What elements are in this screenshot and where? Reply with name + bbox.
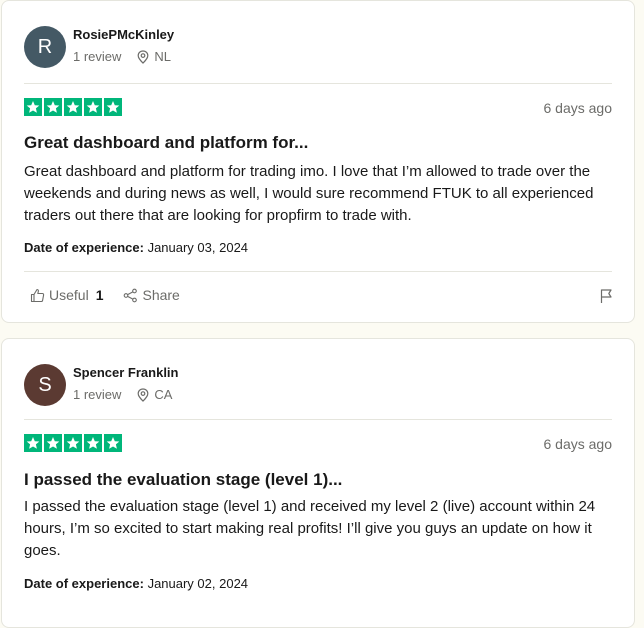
review-body: I passed the evaluation stage (level 1) … <box>24 498 596 559</box>
star-icon <box>104 98 122 116</box>
experience-date: January 02, 2024 <box>147 576 249 591</box>
star-icon <box>44 434 62 452</box>
review-card: R RosiePMcKinley 1 review NL 6 days ago … <box>1 0 635 323</box>
useful-label: Useful <box>49 287 89 303</box>
divider <box>24 271 612 272</box>
review-title[interactable]: I passed the evaluation stage (level 1).… <box>24 470 342 490</box>
review-body: Great dashboard and platform for trading… <box>24 163 594 224</box>
experience-label: Date of experience: <box>24 240 144 255</box>
date-of-experience: Date of experience: January 03, 2024 <box>24 240 248 255</box>
star-icon <box>44 98 62 116</box>
divider <box>24 419 612 420</box>
star-icon <box>84 98 102 116</box>
reviewer-country: CA <box>154 387 173 402</box>
star-icon <box>24 434 42 452</box>
date-of-experience: Date of experience: January 02, 2024 <box>24 576 248 591</box>
reviewer-country: NL <box>154 49 172 64</box>
reviewer-meta: 1 review CA <box>73 387 172 402</box>
star-icon <box>24 98 42 116</box>
avatar[interactable]: R <box>24 26 66 68</box>
reviewer-meta: 1 review NL <box>73 49 171 64</box>
star-rating <box>24 434 122 452</box>
thumbs-up-icon <box>30 288 45 303</box>
divider <box>24 83 612 84</box>
location-pin-icon <box>137 387 149 402</box>
reviewer-name[interactable]: RosiePMcKinley <box>73 27 174 42</box>
star-icon <box>64 98 82 116</box>
star-rating <box>24 98 122 116</box>
share-button[interactable]: Share <box>123 287 180 303</box>
review-count: 1 review <box>73 387 122 402</box>
reviewer-name[interactable]: Spencer Franklin <box>73 365 178 380</box>
review-card: S Spencer Franklin 1 review CA 6 days ag… <box>1 338 635 628</box>
share-icon <box>123 288 138 303</box>
useful-count: 1 <box>95 287 104 303</box>
share-label: Share <box>142 287 180 303</box>
avatar[interactable]: S <box>24 364 66 406</box>
review-title[interactable]: Great dashboard and platform for... <box>24 133 308 153</box>
experience-date: January 03, 2024 <box>147 240 249 255</box>
useful-button[interactable]: Useful 1 <box>30 287 103 303</box>
experience-label: Date of experience: <box>24 576 144 591</box>
star-icon <box>104 434 122 452</box>
star-icon <box>84 434 102 452</box>
review-date: 6 days ago <box>543 100 613 116</box>
location-pin-icon <box>137 49 149 64</box>
review-count: 1 review <box>73 49 122 64</box>
star-icon <box>64 434 82 452</box>
review-actions: Useful 1 Share <box>30 287 200 303</box>
flag-icon[interactable] <box>599 288 614 309</box>
review-date: 6 days ago <box>543 436 613 452</box>
